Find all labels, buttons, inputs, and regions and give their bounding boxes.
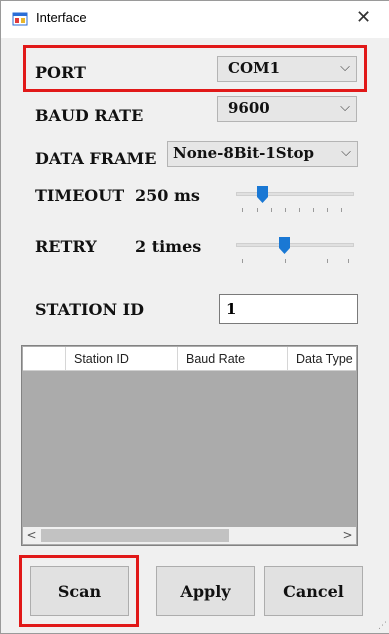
window-title: Interface xyxy=(36,10,87,25)
data-frame-value: None-8Bit-1Stop xyxy=(173,144,315,162)
slider-tick xyxy=(242,259,243,263)
retry-value: 2 times xyxy=(135,237,202,256)
slider-tick xyxy=(285,208,286,212)
scroll-left-icon[interactable]: < xyxy=(23,527,40,544)
column-header-row-selector[interactable] xyxy=(23,347,66,370)
slider-tick xyxy=(257,208,258,212)
scrollbar-thumb[interactable] xyxy=(41,529,229,542)
column-header-baud-rate[interactable]: Baud Rate xyxy=(178,347,288,370)
scan-button[interactable]: Scan xyxy=(30,566,129,616)
retry-slider[interactable] xyxy=(234,233,356,269)
horizontal-scrollbar[interactable]: < > xyxy=(23,527,356,544)
port-select[interactable]: COM1 ⌵ xyxy=(217,56,357,82)
slider-tick xyxy=(327,259,328,263)
chevron-down-icon: ⌵ xyxy=(340,60,350,75)
slider-tick xyxy=(348,259,349,263)
column-header-data-type[interactable]: Data Type xyxy=(288,347,356,370)
slider-tick xyxy=(327,208,328,212)
retry-slider-thumb[interactable] xyxy=(278,237,290,254)
port-label: PORT xyxy=(35,63,86,82)
baud-rate-label: BAUD RATE xyxy=(35,106,144,125)
app-window-icon xyxy=(12,12,28,26)
resize-grip-icon[interactable]: ⋰ xyxy=(378,621,387,631)
baud-rate-value: 9600 xyxy=(228,99,270,117)
results-grid[interactable]: Station ID Baud Rate Data Type < > xyxy=(21,345,358,546)
slider-tick xyxy=(313,208,314,212)
grid-header: Station ID Baud Rate Data Type xyxy=(23,347,356,371)
station-id-label: STATION ID xyxy=(35,300,145,319)
retry-label: RETRY xyxy=(35,237,97,256)
apply-button[interactable]: Apply xyxy=(156,566,255,616)
column-header-station-id[interactable]: Station ID xyxy=(66,347,178,370)
retry-slider-track xyxy=(236,243,354,247)
slider-tick xyxy=(271,208,272,212)
slider-tick xyxy=(341,208,342,212)
port-value: COM1 xyxy=(228,59,281,77)
timeout-slider-thumb[interactable] xyxy=(257,186,269,203)
timeout-label: TIMEOUT xyxy=(35,186,125,205)
cancel-button[interactable]: Cancel xyxy=(264,566,363,616)
chevron-down-icon: ⌵ xyxy=(340,100,350,115)
close-button[interactable]: ✕ xyxy=(356,7,371,28)
data-frame-select[interactable]: None-8Bit-1Stop ⌵ xyxy=(167,141,358,167)
timeout-value: 250 ms xyxy=(135,186,200,205)
slider-tick xyxy=(242,208,243,212)
chevron-down-icon: ⌵ xyxy=(341,145,351,160)
station-id-input[interactable]: 1 xyxy=(219,294,358,324)
timeout-slider-track xyxy=(236,192,354,196)
baud-rate-select[interactable]: 9600 ⌵ xyxy=(217,96,357,122)
data-frame-label: DATA FRAME xyxy=(35,149,157,168)
timeout-slider[interactable] xyxy=(234,182,356,218)
scroll-right-icon[interactable]: > xyxy=(339,527,356,544)
slider-tick xyxy=(299,208,300,212)
slider-tick xyxy=(285,259,286,263)
